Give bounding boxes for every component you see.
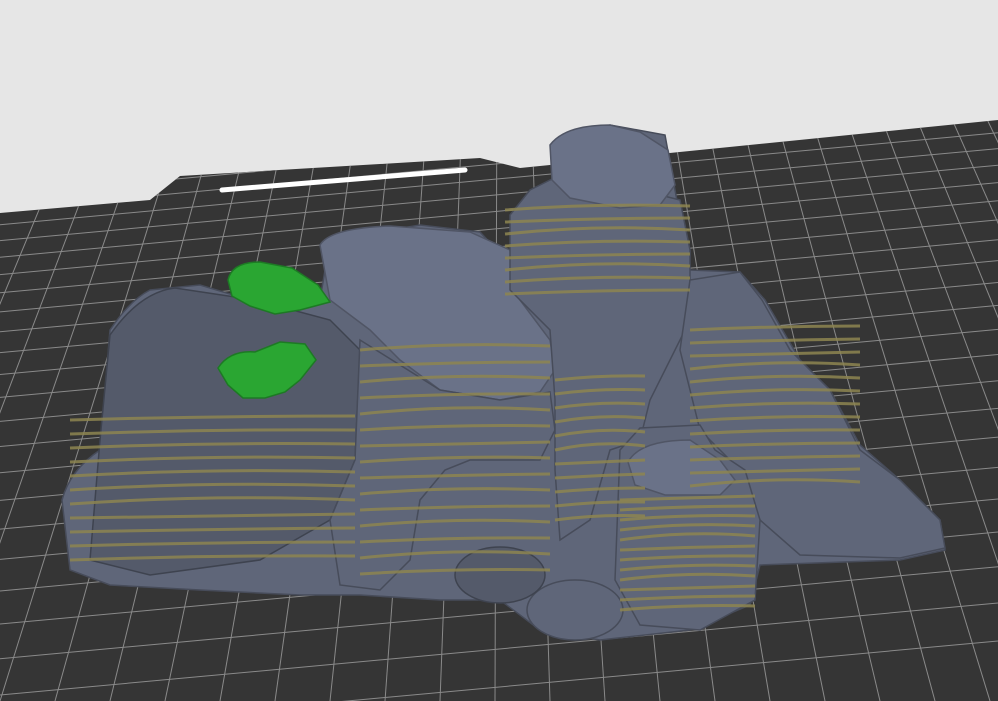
rock-front-boulder: [526, 579, 624, 641]
viewport-scene[interactable]: [0, 0, 998, 701]
3d-viewport[interactable]: [0, 0, 998, 701]
rock-front-boulder-2: [454, 546, 546, 604]
